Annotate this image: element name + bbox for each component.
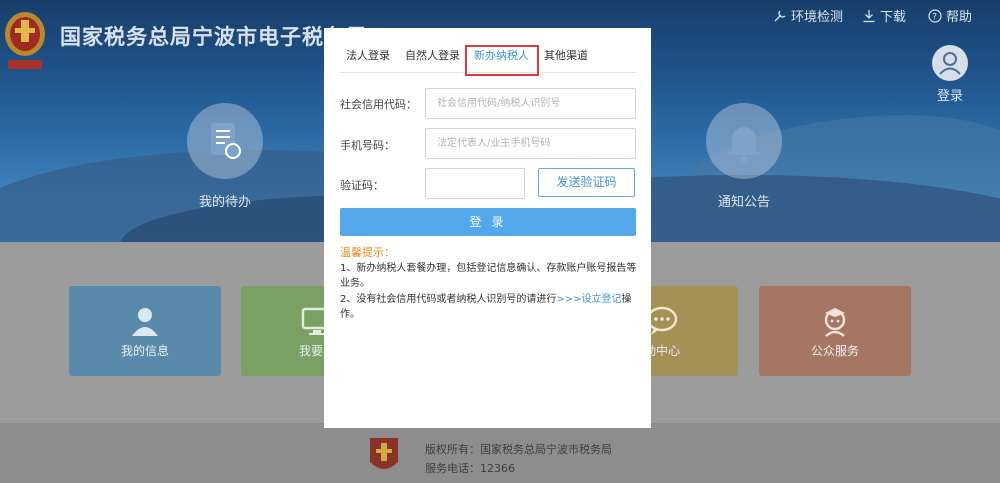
user-icon <box>128 304 162 338</box>
register-link[interactable]: >>>设立登记 <box>556 294 621 305</box>
credit-code-label: 社会信用代码： <box>340 98 417 111</box>
phone-input[interactable] <box>425 128 636 159</box>
env-check-link[interactable]: 环境检测 <box>773 6 843 25</box>
notice-shortcut[interactable]: 通知公告 <box>702 103 786 210</box>
wrench-icon <box>774 10 786 21</box>
footer-info: 版权所有：国家税务总局宁波市税务局 服务电话：12366 <box>425 440 612 478</box>
tab-legal-person-login[interactable]: 法人登录 <box>346 47 390 63</box>
public-service-label: 公众服务 <box>810 344 859 358</box>
tax-emblem-logo <box>5 12 45 69</box>
tip-2-text: 2、没有社会信用代码或者纳税人识别号的请进行 <box>340 294 557 305</box>
my-todo-label: 我的待办 <box>198 195 251 210</box>
captcha-label: 验证码： <box>340 179 384 192</box>
tips-title: 温馨提示： <box>340 246 395 259</box>
tip-1: 1、新办纳税人套餐办理，包括登记信息确认、存款账户账号报告等业务。 <box>340 263 637 289</box>
download-link[interactable]: 下载 <box>862 6 906 25</box>
login-button[interactable]: 登 录 <box>340 208 636 236</box>
active-tab-highlight-box <box>465 45 539 76</box>
tab-other-channels[interactable]: 其他渠道 <box>544 47 588 63</box>
footer-copyright: 版权所有：国家税务总局宁波市税务局 <box>425 443 612 456</box>
notice-label: 通知公告 <box>717 195 770 210</box>
top-login-button[interactable]: 登录 <box>930 45 970 104</box>
env-check-label: 环境检测 <box>791 10 844 25</box>
captcha-input[interactable] <box>425 168 525 199</box>
public-service-tile[interactable]: 公众服务 <box>759 286 911 376</box>
tip-2: 2、没有社会信用代码或者纳税人识别号的请进行>>>设立登记操作。 <box>340 292 638 322</box>
page: 国家税务总局宁波市电子税务局 环境检测 下载 ? 帮助 登录 我的待办 通知公告 <box>0 0 1000 483</box>
my-info-tile[interactable]: 我的信息 <box>69 286 221 376</box>
user-avatar-icon <box>932 45 968 81</box>
footer-phone: 服务电话：12366 <box>425 462 515 475</box>
help-circle-icon: ? <box>928 8 942 23</box>
help-label: 帮助 <box>946 10 973 25</box>
svg-text:?: ? <box>932 12 937 22</box>
site-title: 国家税务总局宁波市电子税务局 <box>60 25 368 49</box>
my-todo-shortcut[interactable]: 我的待办 <box>186 103 264 210</box>
download-icon <box>863 9 875 22</box>
footer-emblem-logo <box>370 438 398 469</box>
service-icon <box>818 304 852 338</box>
credit-code-input[interactable] <box>425 88 636 119</box>
help-link[interactable]: ? 帮助 <box>928 6 972 25</box>
download-label: 下载 <box>880 10 907 25</box>
top-login-label: 登录 <box>936 89 963 104</box>
tab-natural-person-login[interactable]: 自然人登录 <box>405 47 460 63</box>
bell-icon <box>706 103 782 179</box>
my-info-label: 我的信息 <box>120 344 169 358</box>
send-code-button[interactable]: 发送验证码 <box>538 168 635 197</box>
phone-label: 手机号码： <box>340 139 395 152</box>
todo-list-icon <box>187 103 263 179</box>
login-modal: 法人登录 自然人登录 新办纳税人 其他渠道 社会信用代码： 手机号码： 验证码：… <box>324 28 651 428</box>
